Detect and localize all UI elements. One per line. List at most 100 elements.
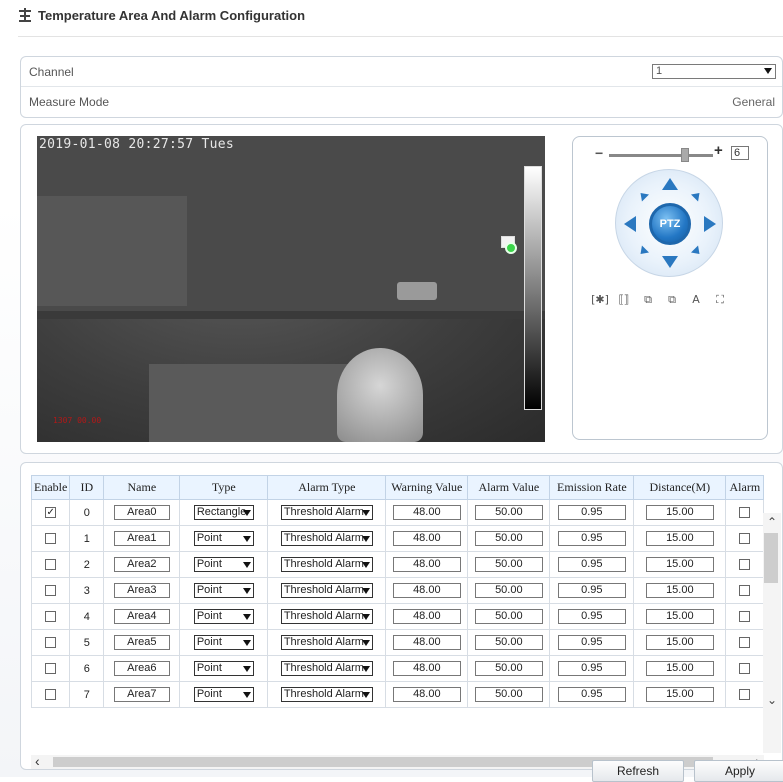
alarm-checkbox[interactable]: [739, 559, 751, 571]
type-select[interactable]: Point: [193, 635, 254, 650]
iris-close-icon[interactable]: ⧉: [663, 293, 681, 307]
alarm-type-select[interactable]: Threshold Alarm: [280, 505, 373, 520]
alarm-value-input[interactable]: 50.00: [474, 531, 543, 546]
alarm-type-select[interactable]: Threshold Alarm: [280, 687, 373, 702]
type-select[interactable]: Rectangle: [193, 505, 254, 520]
emission-rate-input[interactable]: 0.95: [557, 661, 626, 676]
warning-value-input[interactable]: 48.00: [392, 609, 461, 624]
warning-value-input[interactable]: 48.00: [392, 557, 461, 572]
enable-checkbox[interactable]: [45, 611, 57, 623]
enable-checkbox[interactable]: [45, 533, 57, 545]
zoom-slider-thumb[interactable]: [681, 148, 689, 162]
alarm-value-input[interactable]: 50.00: [474, 583, 543, 598]
alarm-value-input[interactable]: 50.00: [474, 557, 543, 572]
alarm-type-select[interactable]: Threshold Alarm: [280, 583, 373, 598]
emission-rate-input[interactable]: 0.95: [557, 687, 626, 702]
name-input[interactable]: Area3: [113, 583, 170, 598]
alarm-type-select[interactable]: Threshold Alarm: [280, 609, 373, 624]
type-select[interactable]: Point: [193, 531, 254, 546]
alarm-type-select[interactable]: Threshold Alarm: [280, 557, 373, 572]
type-select[interactable]: Point: [193, 661, 254, 676]
distance-input[interactable]: 15.00: [645, 557, 714, 572]
measure-point-icon[interactable]: [505, 242, 517, 254]
fullscreen-icon[interactable]: ⛶: [711, 293, 729, 307]
warning-value-input[interactable]: 48.00: [392, 505, 461, 520]
emission-rate-input[interactable]: 0.95: [557, 557, 626, 572]
name-input[interactable]: Area1: [113, 531, 170, 546]
enable-checkbox[interactable]: [45, 689, 57, 701]
thermal-video[interactable]: 2019-01-08 20:27:57 Tues 1307 00.00: [37, 136, 545, 442]
alarm-value-input[interactable]: 50.00: [474, 505, 543, 520]
name-input[interactable]: Area7: [113, 687, 170, 702]
alarm-checkbox[interactable]: [739, 663, 751, 675]
emission-rate-input[interactable]: 0.95: [557, 583, 626, 598]
enable-checkbox[interactable]: [45, 637, 57, 649]
channel-select[interactable]: 1: [652, 64, 776, 79]
ptz-direction-pad[interactable]: PTZ: [615, 169, 723, 277]
focus-far-icon[interactable]: ⟦⟧: [615, 293, 633, 307]
alarm-type-select[interactable]: Threshold Alarm: [280, 635, 373, 650]
warning-value-input[interactable]: 48.00: [392, 635, 461, 650]
distance-input[interactable]: 15.00: [645, 661, 714, 676]
alarm-type-select[interactable]: Threshold Alarm: [280, 661, 373, 676]
name-input[interactable]: Area4: [113, 609, 170, 624]
scroll-thumb-vertical[interactable]: [764, 533, 778, 583]
distance-input[interactable]: 15.00: [645, 531, 714, 546]
refresh-button[interactable]: Refresh: [592, 760, 684, 782]
alarm-checkbox[interactable]: [739, 689, 751, 701]
zoom-in-button[interactable]: +: [714, 142, 723, 159]
distance-input[interactable]: 15.00: [645, 505, 714, 520]
alarm-value-input[interactable]: 50.00: [474, 687, 543, 702]
focus-near-icon[interactable]: [✱]: [591, 293, 609, 307]
alarm-type-select[interactable]: Threshold Alarm: [280, 531, 373, 546]
type-select[interactable]: Point: [193, 557, 254, 572]
name-input[interactable]: Area5: [113, 635, 170, 650]
emission-rate-input[interactable]: 0.95: [557, 505, 626, 520]
arrow-up-left-icon[interactable]: [636, 189, 650, 202]
arrow-left-icon[interactable]: [624, 216, 636, 232]
distance-input[interactable]: 15.00: [645, 583, 714, 598]
enable-checkbox[interactable]: [45, 663, 57, 675]
distance-input[interactable]: 15.00: [645, 635, 714, 650]
iris-open-icon[interactable]: ⧉: [639, 293, 657, 307]
arrow-down-icon[interactable]: [662, 256, 678, 268]
warning-value-input[interactable]: 48.00: [392, 661, 461, 676]
name-input[interactable]: Area6: [113, 661, 170, 676]
type-select[interactable]: Point: [193, 609, 254, 624]
emission-rate-input[interactable]: 0.95: [557, 609, 626, 624]
scroll-left-icon[interactable]: ‹: [35, 753, 40, 769]
name-input[interactable]: Area0: [113, 505, 170, 520]
name-input[interactable]: Area2: [113, 557, 170, 572]
table-vertical-scrollbar[interactable]: ⌃ ⌄: [763, 513, 781, 753]
enable-checkbox[interactable]: ✓: [45, 507, 57, 519]
alarm-checkbox[interactable]: [739, 637, 751, 649]
warning-value-input[interactable]: 48.00: [392, 531, 461, 546]
ptz-center-button[interactable]: PTZ: [649, 203, 691, 245]
enable-checkbox[interactable]: [45, 585, 57, 597]
arrow-down-left-icon[interactable]: [636, 245, 650, 258]
alarm-checkbox[interactable]: [739, 507, 751, 519]
type-select[interactable]: Point: [193, 583, 254, 598]
distance-input[interactable]: 15.00: [645, 609, 714, 624]
type-select[interactable]: Point: [193, 687, 254, 702]
apply-button[interactable]: Apply: [694, 760, 783, 782]
arrow-up-icon[interactable]: [662, 178, 678, 190]
arrow-down-right-icon[interactable]: [690, 245, 704, 258]
arrow-up-right-icon[interactable]: [690, 189, 704, 202]
auto-focus-icon[interactable]: A: [687, 293, 705, 307]
zoom-slider-track[interactable]: [609, 154, 713, 157]
alarm-checkbox[interactable]: [739, 585, 751, 597]
alarm-value-input[interactable]: 50.00: [474, 635, 543, 650]
arrow-right-icon[interactable]: [704, 216, 716, 232]
scroll-up-icon[interactable]: ⌃: [767, 515, 777, 529]
alarm-checkbox[interactable]: [739, 533, 751, 545]
zoom-out-button[interactable]: −: [595, 145, 603, 161]
warning-value-input[interactable]: 48.00: [392, 583, 461, 598]
alarm-value-input[interactable]: 50.00: [474, 661, 543, 676]
zoom-value-input[interactable]: 6: [731, 146, 749, 160]
warning-value-input[interactable]: 48.00: [392, 687, 461, 702]
scroll-down-icon[interactable]: ⌄: [767, 693, 777, 707]
enable-checkbox[interactable]: [45, 559, 57, 571]
alarm-value-input[interactable]: 50.00: [474, 609, 543, 624]
emission-rate-input[interactable]: 0.95: [557, 531, 626, 546]
